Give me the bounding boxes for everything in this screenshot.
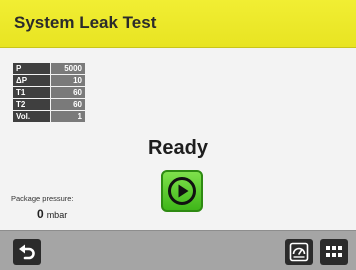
start-button[interactable] [161,170,203,212]
param-value: 5000 [50,62,86,75]
param-row-t2: T2 60 [12,98,86,111]
menu-button[interactable] [320,239,348,265]
param-label: T2 [12,98,51,111]
parameter-table: P 5000 ΔP 10 T1 60 T2 60 Vol. 1 [12,62,86,123]
param-value: 10 [50,74,86,87]
package-pressure-unit: mbar [46,210,68,220]
package-pressure-label: Package pressure: [11,194,74,203]
package-pressure-readout: 0 mbar [37,205,67,223]
status-text: Ready [147,137,209,159]
gauge-button[interactable] [285,239,313,265]
back-button[interactable] [13,239,41,265]
param-value: 60 [50,98,86,111]
back-arrow-icon [19,244,35,260]
param-row-vol: Vol. 1 [12,110,86,123]
gauge-icon [289,242,309,262]
package-pressure-value: 0 [37,207,44,221]
play-icon [168,177,196,205]
param-row-dp: ΔP 10 [12,74,86,87]
param-value: 60 [50,86,86,99]
grid-menu-icon [326,246,342,257]
header-bar: System Leak Test [0,0,356,48]
param-row-p: P 5000 [12,62,86,75]
page-title: System Leak Test [14,13,157,32]
param-label: T1 [12,86,51,99]
param-label: P [12,62,51,75]
param-label: ΔP [12,74,51,87]
param-value: 1 [50,110,86,123]
param-label: Vol. [12,110,51,123]
param-row-t1: T1 60 [12,86,86,99]
